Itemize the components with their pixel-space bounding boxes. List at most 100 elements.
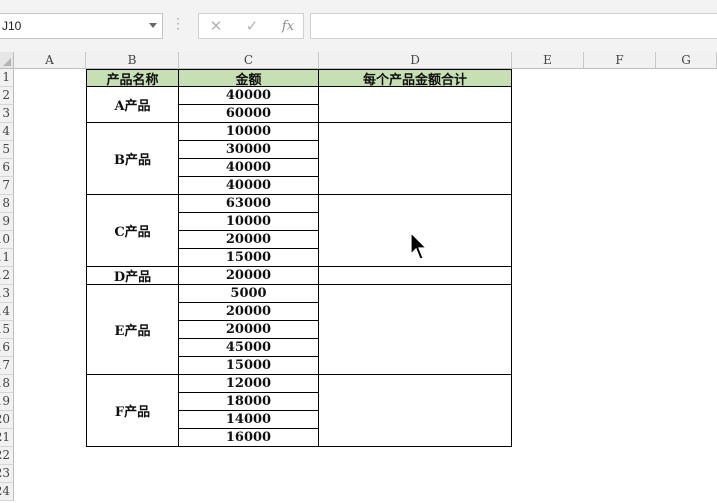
row-header-13[interactable]: 13 — [0, 285, 14, 303]
header-product-name[interactable]: 产品名称 — [86, 69, 179, 87]
amount-cell[interactable]: 60000 — [179, 105, 319, 123]
name-box-value: J10 — [2, 19, 22, 33]
amount-cell[interactable]: 30000 — [179, 141, 319, 159]
total-cell[interactable] — [319, 375, 512, 447]
row-number: 2 — [2, 88, 10, 102]
amount-cell[interactable]: 20000 — [179, 231, 319, 249]
product-name-cell[interactable]: F产品 — [86, 375, 179, 447]
row-number: 21 — [0, 430, 10, 444]
row-header-19[interactable]: 19 — [0, 393, 14, 411]
row-number: 18 — [0, 376, 10, 390]
amount-cell[interactable]: 18000 — [179, 393, 319, 411]
amount-cell[interactable]: 10000 — [179, 123, 319, 141]
row-header-1[interactable]: 1 — [0, 69, 14, 87]
row-number: 16 — [0, 340, 10, 354]
row-number: 20 — [0, 412, 10, 426]
row-header-11[interactable]: 11 — [0, 249, 14, 267]
column-header-c[interactable]: C — [179, 52, 319, 69]
total-cell[interactable] — [319, 285, 512, 375]
row-header-15[interactable]: 15 — [0, 321, 14, 339]
row-number: 9 — [2, 214, 10, 228]
row-header-3[interactable]: 3 — [0, 105, 14, 123]
row-number: 24 — [0, 484, 10, 498]
product-name-cell[interactable]: A产品 — [86, 87, 179, 123]
amount-cell[interactable]: 14000 — [179, 411, 319, 429]
amount-cell[interactable]: 15000 — [179, 249, 319, 267]
amount-cell[interactable]: 5000 — [179, 285, 319, 303]
column-header-f[interactable]: F — [584, 52, 656, 69]
column-header-a[interactable]: A — [14, 52, 86, 69]
product-name-cell[interactable]: E产品 — [86, 285, 179, 375]
row-header-17[interactable]: 17 — [0, 357, 14, 375]
amount-cell[interactable]: 15000 — [179, 357, 319, 375]
formula-bar-area: J10 · · · ✕ ✓ fx — [0, 0, 717, 52]
row-header-21[interactable]: 21 — [0, 429, 14, 447]
select-all-triangle-icon — [3, 58, 11, 66]
select-all-corner[interactable] — [0, 52, 14, 69]
column-header-g[interactable]: G — [656, 52, 717, 69]
worksheet-grid[interactable]: 产品名称 金额 每个产品金额合计 A产品 40000 60000 B产品 10000 30000… — [14, 69, 717, 503]
header-amount[interactable]: 金额 — [179, 69, 319, 87]
formula-input[interactable] — [310, 13, 717, 39]
row-number: 7 — [2, 178, 10, 192]
row-header-4[interactable]: 4 — [0, 123, 14, 141]
amount-cell[interactable]: 40000 — [179, 159, 319, 177]
chevron-down-icon[interactable] — [149, 23, 157, 28]
row-number: 4 — [2, 124, 10, 138]
row-number: 5 — [2, 142, 10, 156]
row-header-10[interactable]: 10 — [0, 231, 14, 249]
amount-cell[interactable]: 63000 — [179, 195, 319, 213]
row-header-12[interactable]: 12 — [0, 267, 14, 285]
amount-cell[interactable]: 10000 — [179, 213, 319, 231]
row-header-6[interactable]: 6 — [0, 159, 14, 177]
row-header-23[interactable]: 23 — [0, 465, 14, 483]
row-number: 8 — [2, 196, 10, 210]
row-header-14[interactable]: 14 — [0, 303, 14, 321]
column-header-e[interactable]: E — [512, 52, 584, 69]
amount-cell[interactable]: 12000 — [179, 375, 319, 393]
header-total-per-product[interactable]: 每个产品金额合计 — [319, 69, 512, 87]
row-header-18[interactable]: 18 — [0, 375, 14, 393]
product-name-cell[interactable]: D产品 — [86, 267, 179, 285]
row-header-5[interactable]: 5 — [0, 141, 14, 159]
row-number: 19 — [0, 394, 10, 408]
row-number: 10 — [0, 232, 10, 246]
amount-cell[interactable]: 20000 — [179, 321, 319, 339]
formula-tools: ✕ ✓ fx — [198, 13, 304, 39]
product-name-cell[interactable]: C产品 — [86, 195, 179, 267]
row-number: 1 — [2, 70, 10, 84]
cancel-icon[interactable]: ✕ — [203, 16, 229, 36]
row-header-7[interactable]: 7 — [0, 177, 14, 195]
row-header-9[interactable]: 9 — [0, 213, 14, 231]
total-cell[interactable] — [319, 123, 512, 195]
more-options-icon[interactable]: · · · — [175, 13, 181, 35]
row-header-16[interactable]: 16 — [0, 339, 14, 357]
amount-cell[interactable]: 45000 — [179, 339, 319, 357]
row-number: 15 — [0, 322, 10, 336]
amount-cell[interactable]: 40000 — [179, 87, 319, 105]
mouse-cursor-icon — [410, 232, 428, 260]
insert-function-icon[interactable]: fx — [275, 16, 301, 36]
total-cell[interactable] — [319, 87, 512, 123]
row-header-22[interactable]: 22 — [0, 447, 14, 465]
amount-cell[interactable]: 20000 — [179, 303, 319, 321]
row-number: 12 — [0, 268, 10, 282]
column-header-d[interactable]: D — [319, 52, 512, 69]
enter-icon[interactable]: ✓ — [239, 16, 265, 36]
row-header-8[interactable]: 8 — [0, 195, 14, 213]
row-number: 23 — [0, 466, 10, 480]
column-header-b[interactable]: B — [86, 52, 179, 69]
row-number: 6 — [2, 160, 10, 174]
amount-cell[interactable]: 40000 — [179, 177, 319, 195]
row-header-24[interactable]: 24 — [0, 483, 14, 501]
row-number: 11 — [0, 250, 10, 264]
amount-cell[interactable]: 16000 — [179, 429, 319, 447]
product-name-cell[interactable]: B产品 — [86, 123, 179, 195]
total-cell[interactable] — [319, 267, 512, 285]
row-number: 22 — [0, 448, 10, 462]
name-box[interactable]: J10 — [0, 13, 163, 39]
row-header-20[interactable]: 20 — [0, 411, 14, 429]
row-number: 3 — [2, 106, 10, 120]
row-header-2[interactable]: 2 — [0, 87, 14, 105]
amount-cell[interactable]: 20000 — [179, 267, 319, 285]
